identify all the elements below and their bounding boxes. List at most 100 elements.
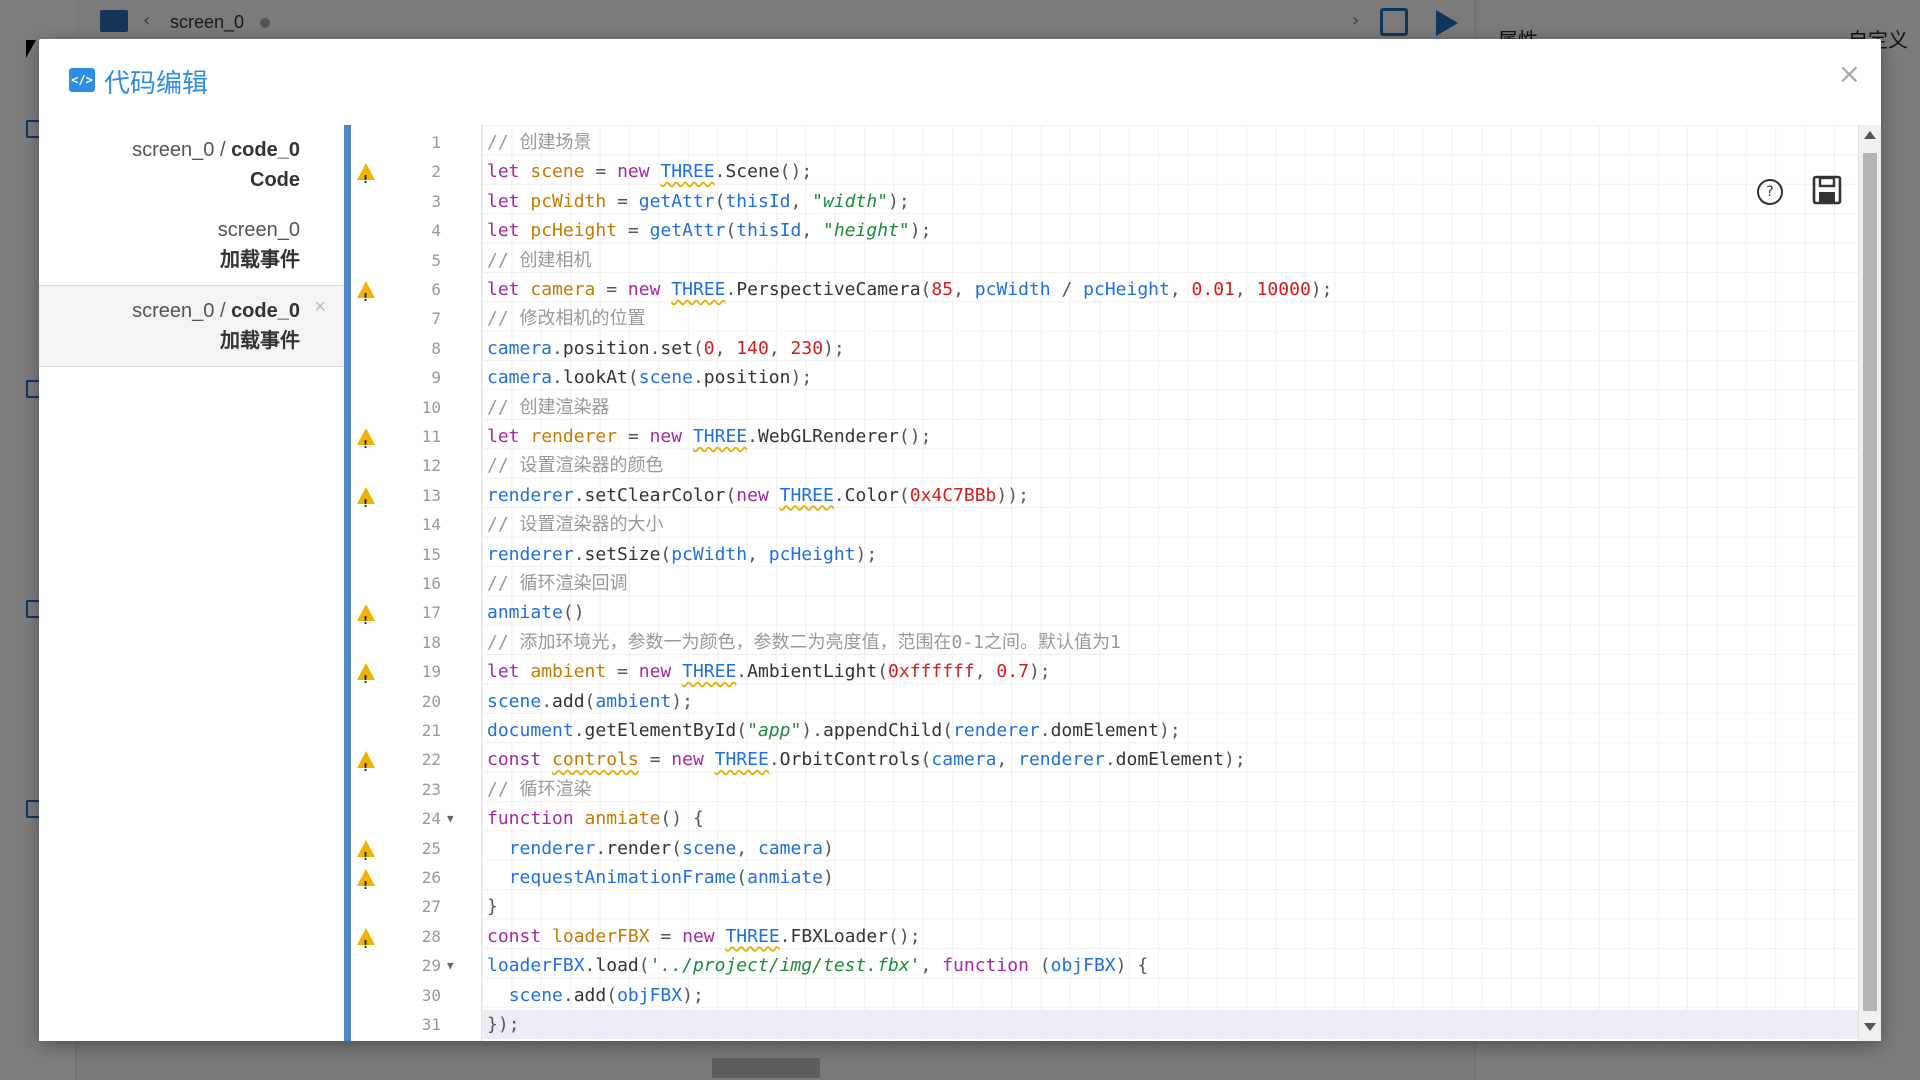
code-line[interactable]: // 设置渲染器的颜色 [487, 451, 664, 480]
code-line[interactable]: // 创建相机 [487, 246, 592, 275]
line-gutter: 123456789101112131415161718192021222324▼… [351, 125, 482, 1041]
code-line[interactable]: camera.position.set(0, 140, 230); [487, 334, 845, 363]
file-item-path: screen_0 / code_0 [132, 300, 300, 322]
code-area[interactable]: // 创建场景 let scene = new THREE.Scene(); let… [482, 125, 1859, 1041]
warning-icon[interactable] [357, 927, 375, 959]
code-line[interactable]: anmiate() [487, 598, 585, 627]
gutter-line: 18 [351, 628, 481, 657]
code-line[interactable]: renderer.setSize(pcWidth, pcHeight); [487, 540, 877, 569]
gutter-line: 25 [351, 834, 481, 871]
code-line[interactable]: renderer.setClearColor(new THREE.Color(0… [487, 481, 1029, 510]
code-line[interactable]: } [487, 892, 498, 921]
line-number: 6 [431, 280, 441, 299]
file-item-path: screen_0 [217, 219, 300, 241]
gutter-line: 14 [351, 510, 481, 539]
fold-toggle-icon[interactable]: ▼ [447, 804, 454, 833]
code-line[interactable]: loaderFBX.load('../project/img/test.fbx'… [487, 951, 1148, 980]
warning-icon[interactable] [357, 281, 375, 312]
fold-toggle-icon[interactable]: ▼ [447, 951, 454, 980]
code-line[interactable]: let pcWidth = getAttr(thisId, "width"); [487, 187, 910, 216]
line-number: 19 [421, 662, 441, 682]
scroll-up-icon[interactable] [1864, 131, 1876, 139]
close-icon[interactable]: × [1838, 57, 1861, 90]
gutter-line: 16 [351, 569, 481, 598]
code-line[interactable]: const controls = new THREE.OrbitControls… [487, 745, 1246, 774]
warning-icon[interactable] [357, 163, 375, 195]
file-item-type: 加载事件 [220, 330, 300, 352]
warning-icon[interactable] [357, 663, 375, 695]
gutter-line: 10 [351, 393, 481, 422]
vertical-scrollbar[interactable] [1858, 125, 1881, 1041]
code-line[interactable]: let pcHeight = getAttr(thisId, "height")… [487, 216, 931, 245]
warning-icon[interactable] [357, 604, 375, 636]
scroll-down-icon[interactable] [1864, 1023, 1876, 1031]
file-item-code[interactable]: screen_0 / code_0 Code [39, 125, 344, 205]
line-number: 4 [431, 221, 441, 241]
file-item-type: Code [250, 169, 300, 191]
warning-icon[interactable] [357, 486, 375, 518]
line-number: 12 [421, 456, 441, 476]
close-tab-icon[interactable]: × [314, 296, 326, 319]
line-number: 3 [431, 191, 441, 211]
warning-icon[interactable] [357, 839, 375, 871]
code-line[interactable]: // 创建场景 [487, 128, 592, 157]
code-line[interactable]: document.getElementById("app").appendChi… [487, 716, 1181, 745]
line-number: 25 [421, 838, 441, 858]
line-number: 27 [421, 897, 441, 917]
help-icon[interactable]: ? [1757, 179, 1783, 205]
line-number: 8 [431, 338, 441, 358]
code-line[interactable]: // 循环渲染回调 [487, 569, 628, 598]
gutter-line: 3 [351, 187, 481, 216]
code-line[interactable]: scene.add(ambient); [487, 687, 693, 716]
gutter-line: 6 [351, 275, 481, 312]
warning-icon[interactable] [357, 869, 375, 900]
gutter-line: 1 [351, 128, 481, 157]
line-number: 5 [431, 250, 441, 270]
code-line[interactable]: function anmiate() { [487, 804, 704, 833]
warning-icon[interactable] [357, 428, 375, 459]
gutter-line: 8 [351, 334, 481, 363]
code-line[interactable]: let camera = new THREE.PerspectiveCamera… [487, 275, 1332, 304]
save-icon[interactable] [1812, 175, 1842, 205]
active-line-highlight [482, 1010, 1859, 1040]
file-item-code-load[interactable]: screen_0 / code_0 加载事件 × [39, 285, 344, 367]
warning-icon[interactable] [357, 751, 375, 783]
code-line[interactable]: const loaderFBX = new THREE.FBXLoader(); [487, 922, 921, 951]
file-item-screen-load[interactable]: screen_0 加载事件 [39, 205, 344, 285]
code-line[interactable]: }); [487, 1010, 520, 1039]
line-number: 20 [421, 691, 441, 711]
code-icon: </> [69, 68, 95, 92]
line-number: 16 [421, 574, 441, 593]
line-number: 28 [421, 926, 441, 946]
code-line[interactable]: // 修改相机的位置 [487, 304, 646, 333]
code-line[interactable]: let ambient = new THREE.AmbientLight(0xf… [487, 657, 1051, 686]
gutter-line: 23 [351, 775, 481, 804]
line-number: 1 [431, 133, 441, 152]
code-line[interactable]: let renderer = new THREE.WebGLRenderer()… [487, 422, 931, 451]
line-number: 21 [421, 721, 441, 740]
gutter-line: 30 [351, 981, 481, 1010]
gutter-line: 13 [351, 481, 481, 518]
gutter-line: 7 [351, 304, 481, 333]
gutter-line: 21 [351, 716, 481, 745]
line-number: 31 [421, 1015, 441, 1034]
code-line[interactable]: // 设置渲染器的大小 [487, 510, 664, 539]
code-line[interactable]: camera.lookAt(scene.position); [487, 363, 812, 392]
code-line[interactable]: // 创建渲染器 [487, 393, 610, 422]
scrollbar-thumb[interactable] [1863, 153, 1877, 1011]
gutter-line: 29 ▼ [351, 951, 481, 980]
panel-divider[interactable] [344, 125, 351, 1041]
code-line[interactable]: // 循环渲染 [487, 775, 592, 804]
code-line[interactable]: renderer.render(scene, camera) [487, 834, 834, 863]
line-number: 15 [421, 544, 441, 564]
line-number: 24 [421, 809, 441, 829]
gutter-line: 17 [351, 598, 481, 636]
gutter-line: 2 [351, 157, 481, 195]
code-editor[interactable]: 123456789101112131415161718192021222324▼… [351, 125, 1881, 1041]
code-line[interactable]: let scene = new THREE.Scene(); [487, 157, 812, 186]
code-line[interactable]: // 添加环境光，参数一为颜色，参数二为亮度值，范围在0-1之间。默认值为1 [487, 628, 1121, 657]
line-number: 26 [421, 868, 441, 887]
code-file-list: screen_0 / code_0 Code screen_0 加载事件 scr… [39, 125, 344, 1041]
code-line[interactable]: scene.add(objFBX); [487, 981, 704, 1010]
code-line[interactable]: requestAnimationFrame(anmiate) [487, 863, 834, 892]
